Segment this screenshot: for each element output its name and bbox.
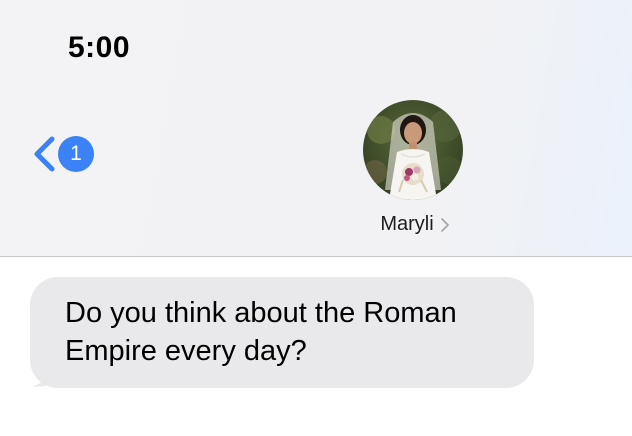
contact-avatar[interactable]: [363, 100, 463, 200]
message-list: Do you think about the Roman Empire ever…: [0, 257, 632, 436]
status-bar-time: 5:00: [68, 31, 131, 64]
chevron-left-icon: [34, 136, 55, 172]
conversation-header: 5:00 1 Maryli: [0, 0, 632, 257]
back-button[interactable]: 1: [30, 132, 100, 176]
contact-name: Maryli: [380, 213, 434, 235]
message-bubble: Do you think about the Roman Empire ever…: [30, 277, 534, 388]
unread-count-badge: 1: [58, 136, 94, 172]
avatar-photo: [363, 100, 463, 200]
incoming-message[interactable]: Do you think about the Roman Empire ever…: [30, 277, 534, 388]
contact-name-button[interactable]: Maryli: [360, 213, 470, 236]
chevron-right-icon: [440, 217, 449, 232]
